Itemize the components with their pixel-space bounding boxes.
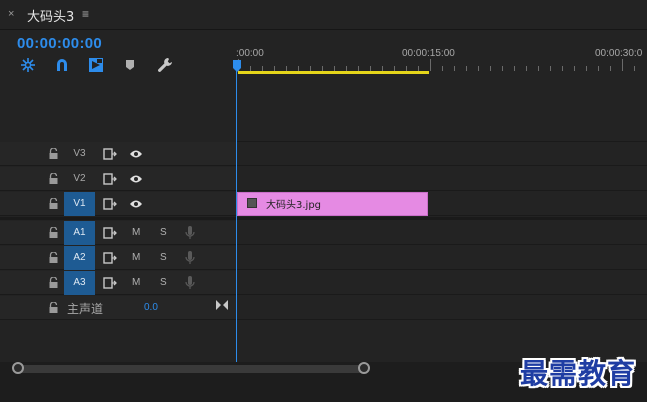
video-audio-divider[interactable]: [0, 217, 647, 220]
ruler-tick: [526, 66, 527, 71]
track-header-v2: V2: [0, 167, 236, 191]
sync-lock-icon[interactable]: [103, 252, 117, 264]
ruler-tick: [634, 66, 635, 71]
lock-icon[interactable]: [49, 252, 58, 263]
track-header-v3: V3: [0, 142, 236, 166]
track-name-v3[interactable]: V3: [64, 142, 95, 166]
playhead-timecode[interactable]: 00:00:00:00: [17, 35, 102, 52]
go-to-edit-icon[interactable]: [216, 300, 228, 310]
ruler-tick: [514, 66, 515, 71]
panel-menu-icon[interactable]: ≡: [82, 7, 89, 21]
track-lane-a3[interactable]: [236, 271, 647, 295]
track-lane-v3[interactable]: [236, 142, 647, 166]
timeline-clip[interactable]: 大码头3.jpg: [237, 192, 428, 216]
track-name-a2[interactable]: A2: [64, 246, 95, 270]
scrollbar-left-handle[interactable]: [12, 362, 24, 374]
ruler-tick: [502, 66, 503, 71]
track-lane-v2[interactable]: [236, 167, 647, 191]
track-header-a3: A3 M S: [0, 271, 236, 295]
ruler-tick: [538, 66, 539, 71]
solo-button[interactable]: S: [160, 227, 167, 238]
lock-icon[interactable]: [49, 148, 58, 159]
eye-icon[interactable]: [129, 149, 143, 159]
eye-icon[interactable]: [129, 174, 143, 184]
mute-button[interactable]: M: [132, 252, 140, 263]
track-name-a3[interactable]: A3: [64, 271, 95, 295]
sequence-tab-bar: × 大码头3 ≡: [0, 0, 647, 30]
sequence-tab-title[interactable]: 大码头3: [27, 6, 74, 25]
playhead-line[interactable]: [236, 62, 237, 362]
ruler-tick: [622, 59, 623, 71]
master-volume-value[interactable]: 0.0: [144, 302, 158, 313]
ruler-label-15s: 00:00:15:00: [402, 48, 455, 59]
ruler-tick: [466, 66, 467, 71]
ruler-tick: [442, 66, 443, 71]
snap-icon[interactable]: [52, 56, 72, 74]
image-clip-icon: [247, 198, 257, 208]
ruler-tick: [574, 66, 575, 71]
microphone-icon[interactable]: [185, 226, 195, 240]
track-header-a1: A1 M S: [0, 221, 236, 245]
ruler-tick: [490, 66, 491, 71]
lock-icon[interactable]: [49, 277, 58, 288]
solo-button[interactable]: S: [160, 252, 167, 263]
add-marker-icon[interactable]: [120, 56, 140, 74]
ruler-tick: [430, 59, 431, 71]
wrench-icon[interactable]: [155, 56, 175, 74]
track-lane-a1[interactable]: [236, 221, 647, 245]
solo-button[interactable]: S: [160, 277, 167, 288]
sync-lock-icon[interactable]: [103, 148, 117, 160]
track-header-v1: V1: [0, 192, 236, 216]
mute-button[interactable]: M: [132, 277, 140, 288]
ruler-tick: [598, 66, 599, 71]
ruler-tick: [610, 66, 611, 71]
sync-lock-icon[interactable]: [103, 277, 117, 289]
nest-sequence-icon[interactable]: [18, 56, 38, 74]
ruler-tick: [562, 66, 563, 71]
ruler-label-start: :00:00: [236, 48, 264, 59]
linked-selection-icon[interactable]: [86, 56, 106, 74]
work-area-bar[interactable]: [238, 71, 429, 74]
lock-icon[interactable]: [49, 227, 58, 238]
eye-icon[interactable]: [129, 199, 143, 209]
lock-icon[interactable]: [49, 173, 58, 184]
microphone-icon[interactable]: [185, 251, 195, 265]
track-name-v1[interactable]: V1: [64, 192, 95, 216]
close-tab-icon[interactable]: ×: [8, 8, 14, 20]
sync-lock-icon[interactable]: [103, 173, 117, 185]
track-name-a1[interactable]: A1: [64, 221, 95, 245]
ruler-tick: [586, 66, 587, 71]
ruler-tick: [478, 66, 479, 71]
track-lane-a2[interactable]: [236, 246, 647, 270]
ruler-tick: [454, 66, 455, 71]
track-lane-master[interactable]: [236, 296, 647, 320]
ruler-tick: [550, 66, 551, 71]
microphone-icon[interactable]: [185, 276, 195, 290]
track-header-spacer: [0, 76, 236, 142]
empty-lane-area: [236, 76, 647, 142]
master-track-name: 主声道: [67, 302, 104, 316]
ruler-label-30s: 00:00:30:0: [595, 48, 643, 59]
horizontal-scrollbar[interactable]: [14, 365, 369, 373]
lock-icon[interactable]: [49, 302, 58, 313]
track-header-a2: A2 M S: [0, 246, 236, 270]
watermark-logo: 最需教育: [520, 357, 637, 390]
scrollbar-right-handle[interactable]: [358, 362, 370, 374]
mute-button[interactable]: M: [132, 227, 140, 238]
sync-lock-icon[interactable]: [103, 227, 117, 239]
track-header-master: 主声道 0.0: [0, 296, 236, 320]
track-name-v2[interactable]: V2: [64, 167, 95, 191]
playhead-handle-icon[interactable]: [233, 60, 241, 72]
lock-icon[interactable]: [49, 198, 58, 209]
sync-lock-icon[interactable]: [103, 198, 117, 210]
clip-name: 大码头3.jpg: [266, 200, 322, 211]
